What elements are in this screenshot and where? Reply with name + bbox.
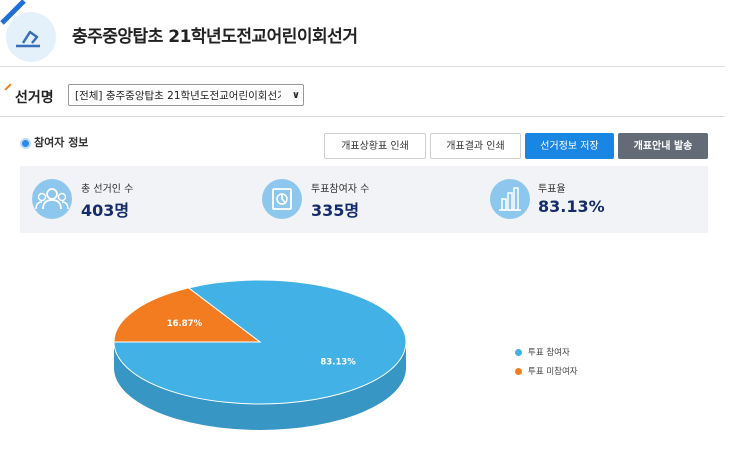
send-notice-button[interactable]: 개표안내 발송 (618, 133, 708, 159)
election-select-row: 선거명 [전체] 충주중앙탑초 21학년도전교어린이회선거 ∨ (0, 80, 725, 117)
legend-swatch (515, 368, 522, 375)
stat-turnout: 투표율 83.13% (480, 166, 708, 233)
pie-data-label-1: 16.87% (167, 319, 203, 329)
stat-value: 335명 (311, 201, 360, 220)
legend-swatch (515, 349, 522, 356)
stat-participants: 투표참여자 수 335명 (250, 166, 480, 233)
page-header: 충주중앙탑초 21학년도전교어린이회선거 (0, 0, 725, 67)
page-title: 충주중앙탑초 21학년도전교어린이회선거 (72, 27, 358, 47)
section-bullet-icon (20, 138, 31, 149)
turnout-pie-chart: 83.13% 16.87% (0, 240, 730, 463)
stat-total-voters: 총 선거인 수 403명 (20, 166, 250, 233)
election-select-label: 선거명 (15, 90, 54, 106)
stat-value: 403명 (81, 201, 130, 220)
section-title: 참여자 정보 (34, 136, 89, 149)
bar-chart-icon (490, 179, 530, 219)
accent-mark (4, 83, 12, 91)
election-select-value: [전체] 충주중앙탑초 21학년도전교어린이회선거 (75, 90, 281, 102)
people-icon (32, 179, 72, 219)
print-status-button[interactable]: 개표상황표 인쇄 (324, 133, 426, 159)
chart-legend: 투표 참여자 투표 미참여자 (515, 341, 595, 381)
legend-label: 투표 미참여자 (528, 367, 578, 377)
ballot-icon (262, 179, 302, 219)
legend-label: 투표 참여자 (528, 348, 570, 358)
chevron-down-icon: ∨ (291, 90, 300, 101)
save-election-info-button[interactable]: 선거정보 저장 (525, 133, 614, 159)
stat-label: 투표율 (538, 184, 566, 195)
pie-data-label-0: 83.13% (320, 357, 356, 367)
election-select[interactable]: [전체] 충주중앙탑초 21학년도전교어린이회선거 ∨ (68, 84, 304, 106)
legend-item-not-voted: 투표 미참여자 (515, 365, 578, 377)
stat-value: 83.13% (538, 197, 605, 216)
legend-item-voted: 투표 참여자 (515, 346, 570, 358)
stat-label: 투표참여자 수 (311, 184, 370, 195)
stat-label: 총 선거인 수 (81, 184, 134, 195)
print-result-button[interactable]: 개표결과 인쇄 (430, 133, 521, 159)
stats-panel: 총 선거인 수 403명 투표참여자 수 335명 투표율 83.13% (20, 166, 708, 233)
